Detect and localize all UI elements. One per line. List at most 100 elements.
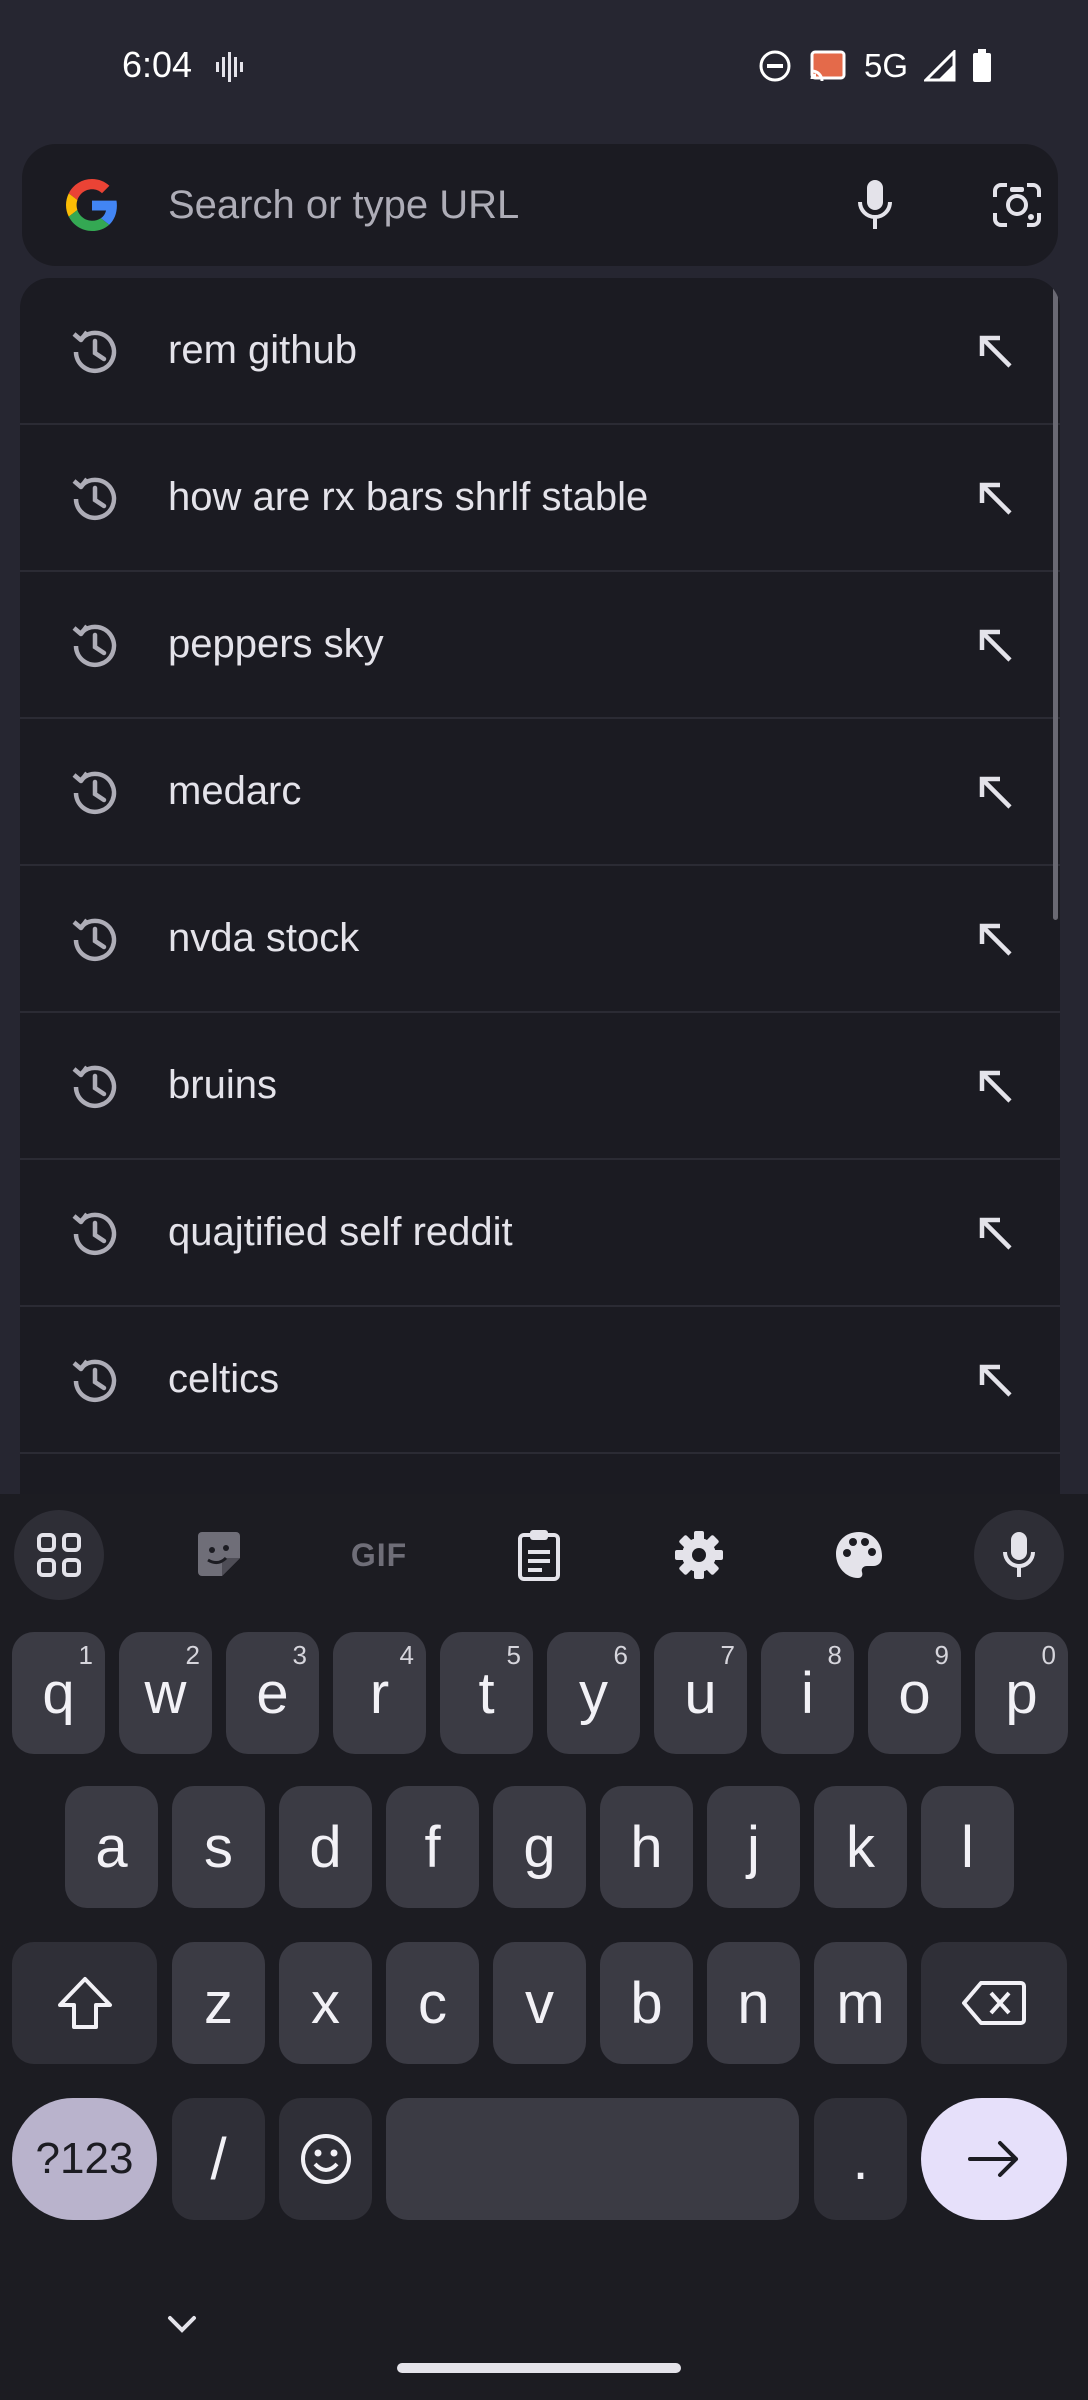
clipboard-icon[interactable] [494,1510,584,1600]
emoji-key[interactable] [279,2098,372,2220]
key-hint: 3 [292,1640,307,1670]
scrollbar[interactable] [1053,280,1058,920]
key-g[interactable]: g [493,1786,586,1908]
suggestion-item[interactable]: nvda stock [20,866,1060,1013]
keyboard-mic-icon[interactable] [974,1510,1064,1600]
key-y[interactable]: y6 [547,1632,640,1754]
key-label: g [523,1814,556,1880]
key-o[interactable]: o9 [868,1632,961,1754]
key-label: h [630,1814,663,1880]
key-r[interactable]: r4 [333,1632,426,1754]
history-icon [64,616,124,681]
key-j[interactable]: j [707,1786,800,1908]
key-hint: 8 [827,1640,842,1670]
search-input[interactable] [168,178,808,232]
key-v[interactable]: v [493,1942,586,2064]
key-label: t [478,1660,495,1726]
gif-label: GIF [350,1536,408,1573]
status-bar: 6:04 5G [0,0,1088,135]
key-e[interactable]: e3 [226,1632,319,1754]
key-label: u [684,1660,717,1726]
key-k[interactable]: k [814,1786,907,1908]
vibrate-icon [216,50,246,89]
period-key[interactable]: . [814,2098,907,2220]
key-l[interactable]: l [921,1786,1014,1908]
omnibox[interactable] [22,144,1058,266]
key-label: m [836,1970,885,2036]
fill-query-arrow-icon[interactable] [972,328,1020,376]
fill-query-arrow-icon[interactable] [972,475,1020,523]
key-label: l [961,1814,974,1880]
key-label: n [737,1970,770,2036]
suggestion-text: rem github [168,328,357,372]
key-label: j [747,1814,760,1880]
key-c[interactable]: c [386,1942,479,2064]
key-z[interactable]: z [172,1942,265,2064]
key-hint: 5 [506,1640,521,1670]
palette-icon[interactable] [814,1510,904,1600]
suggestion-item[interactable]: medarc [20,719,1060,866]
key-label: p [1005,1660,1038,1726]
suggestion-item[interactable]: celtics [20,1307,1060,1454]
symbols-key[interactable]: ?123 [12,2098,157,2220]
suggestion-item[interactable]: rem github [20,278,1060,425]
keyboard-toolbar: GIF [0,1494,1088,1614]
key-w[interactable]: w2 [119,1632,212,1754]
signal-icon [924,50,956,82]
suggestion-item[interactable]: peppers sky [20,572,1060,719]
key-f[interactable]: f [386,1786,479,1908]
key-n[interactable]: n [707,1942,800,2064]
key-i[interactable]: i8 [761,1632,854,1754]
key-label: w [144,1660,187,1726]
key-label: d [309,1814,342,1880]
key-label: c [418,1970,447,2036]
fill-query-arrow-icon[interactable] [972,622,1020,670]
space-bar[interactable] [386,2098,799,2220]
key-m[interactable]: m [814,1942,907,2064]
slash-key[interactable]: / [172,2098,265,2220]
status-time: 6:04 [122,44,193,85]
google-lens-camera-icon[interactable] [986,174,1048,236]
key-label: k [846,1814,875,1880]
gif-icon[interactable]: GIF [334,1510,424,1600]
battery-icon [972,49,992,83]
go-enter-key[interactable] [921,2098,1067,2220]
key-x[interactable]: x [279,1942,372,2064]
key-a[interactable]: a [65,1786,158,1908]
sticker-icon[interactable] [174,1510,264,1600]
shift-key[interactable] [12,1942,157,2064]
onscreen-keyboard: GIF q1w2e3r4t5y6u7i8o9p0asdfghjklzxcvbnm [0,1494,1088,2400]
key-label: z [204,1970,233,2036]
key-hint: 4 [399,1640,414,1670]
suggestion-item[interactable]: bruins [20,1013,1060,1160]
suggestion-text: how are rx bars shrlf stable [168,475,649,519]
fill-query-arrow-icon[interactable] [972,916,1020,964]
key-hint: 9 [934,1640,949,1670]
collapse-keyboard-chevron-icon[interactable] [162,2310,202,2338]
key-q[interactable]: q1 [12,1632,105,1754]
history-icon [64,1351,124,1416]
apps-grid-icon[interactable] [14,1510,104,1600]
key-b[interactable]: b [600,1942,693,2064]
key-label: e [256,1660,289,1726]
suggestion-item[interactable]: quajtified self reddit [20,1160,1060,1307]
key-h[interactable]: h [600,1786,693,1908]
suggestion-text: peppers sky [168,622,384,666]
backspace-key[interactable] [921,1942,1067,2064]
key-p[interactable]: p0 [975,1632,1068,1754]
suggestion-item[interactable]: how are rx bars shrlf stable [20,425,1060,572]
settings-gear-icon[interactable] [654,1510,744,1600]
key-t[interactable]: t5 [440,1632,533,1754]
do-not-disturb-icon [758,49,792,83]
history-icon [64,763,124,828]
fill-query-arrow-icon[interactable] [972,1063,1020,1111]
gesture-home-bar[interactable] [397,2363,681,2373]
fill-query-arrow-icon[interactable] [972,769,1020,817]
history-icon [64,1204,124,1269]
fill-query-arrow-icon[interactable] [972,1357,1020,1405]
key-u[interactable]: u7 [654,1632,747,1754]
key-d[interactable]: d [279,1786,372,1908]
voice-search-mic-icon[interactable] [844,174,906,236]
fill-query-arrow-icon[interactable] [972,1210,1020,1258]
key-s[interactable]: s [172,1786,265,1908]
